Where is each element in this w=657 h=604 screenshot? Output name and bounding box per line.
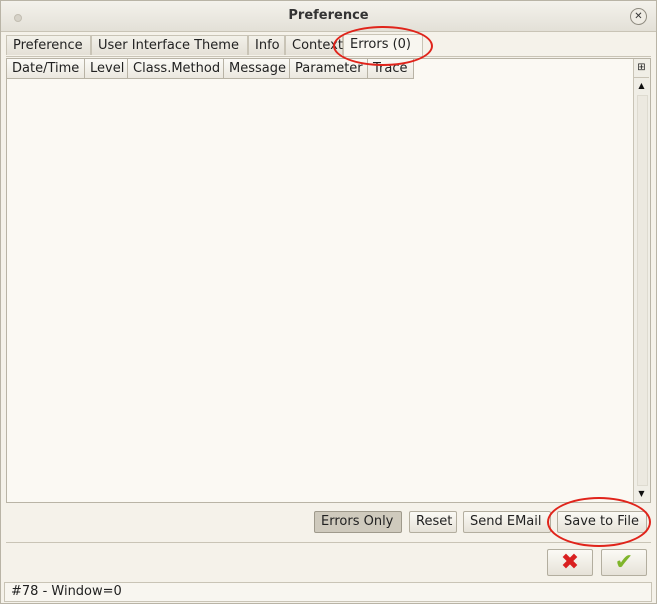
scroll-down-icon[interactable]: ▼ [634,486,649,502]
vertical-scrollbar[interactable]: ⊞ ▲ ▼ [633,59,650,502]
errors-only-toggle[interactable]: Errors Only [314,511,402,533]
column-header-message[interactable]: Message [224,59,290,79]
title-bar[interactable]: Preference ✕ [1,1,656,32]
scroll-track[interactable] [637,95,648,486]
tab-bar: Preference User Interface Theme Info Con… [6,34,651,56]
tab-divider [6,56,651,57]
highlight-errors-tab [333,26,433,66]
column-header-class-method[interactable]: Class.Method [128,59,224,79]
status-text: #78 - Window=0 [11,584,122,599]
action-separator [6,542,651,543]
column-header-datetime[interactable]: Date/Time [7,59,85,79]
errors-table-panel: Date/Time Level Class.Method Message Par… [6,58,651,503]
ok-button[interactable]: ✔ [601,549,647,576]
highlight-save-to-file [547,497,651,547]
column-control-icon[interactable]: ⊞ [634,59,649,78]
tab-user-interface-theme[interactable]: User Interface Theme [91,35,248,55]
green-check-icon: ✔ [614,550,634,575]
status-bar: #78 - Window=0 [4,582,652,602]
send-email-button[interactable]: Send EMail [463,511,551,533]
tab-preference[interactable]: Preference [6,35,91,55]
tab-info[interactable]: Info [248,35,285,55]
red-x-icon: ✖ [560,550,580,575]
reset-button[interactable]: Reset [409,511,457,533]
column-header-level[interactable]: Level [85,59,128,79]
cancel-button[interactable]: ✖ [547,549,593,576]
close-button[interactable]: ✕ [630,8,647,25]
window-title: Preference [288,8,369,23]
preference-dialog: Preference ✕ Preference User Interface T… [0,0,657,604]
scroll-up-icon[interactable]: ▲ [634,78,649,94]
